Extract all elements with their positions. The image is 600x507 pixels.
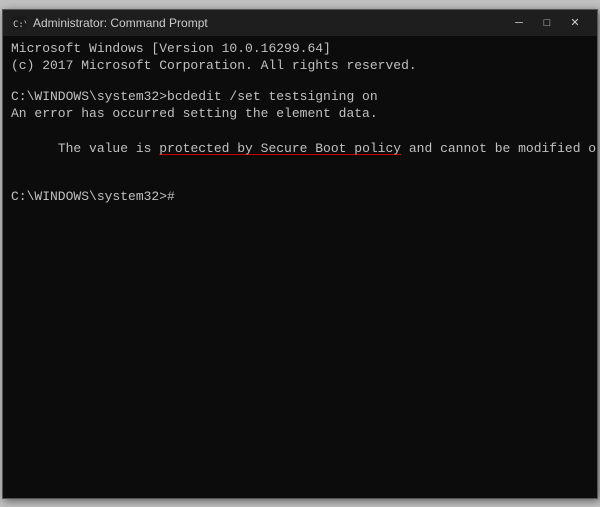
cmd-window: C:\ Administrator: Command Prompt ─ □ ✕ … bbox=[2, 9, 598, 499]
line6-part1: The value is bbox=[58, 141, 159, 156]
line6-part2: and cannot be modified or deleted. bbox=[401, 141, 597, 156]
console-output[interactable]: Microsoft Windows [Version 10.0.16299.64… bbox=[3, 36, 597, 498]
console-line-command: C:\WINDOWS\system32>bcdedit /set testsig… bbox=[11, 88, 589, 106]
close-button[interactable]: ✕ bbox=[561, 13, 589, 33]
window-title: Administrator: Command Prompt bbox=[33, 16, 208, 30]
cmd-icon: C:\ bbox=[11, 15, 27, 31]
console-line-2: (c) 2017 Microsoft Corporation. All righ… bbox=[11, 57, 589, 75]
maximize-button[interactable]: □ bbox=[533, 13, 561, 33]
console-blank-1 bbox=[11, 75, 589, 88]
console-line-prompt: C:\WINDOWS\system32># bbox=[11, 188, 589, 206]
console-line-6: The value is protected by Secure Boot po… bbox=[11, 123, 589, 176]
console-line-1: Microsoft Windows [Version 10.0.16299.64… bbox=[11, 40, 589, 58]
title-bar-controls: ─ □ ✕ bbox=[505, 13, 589, 33]
console-line-error: An error has occurred setting the elemen… bbox=[11, 105, 589, 123]
console-blank-2 bbox=[11, 175, 589, 188]
title-bar: C:\ Administrator: Command Prompt ─ □ ✕ bbox=[3, 10, 597, 36]
minimize-button[interactable]: ─ bbox=[505, 13, 533, 33]
title-bar-left: C:\ Administrator: Command Prompt bbox=[11, 15, 208, 31]
svg-text:C:\: C:\ bbox=[13, 20, 26, 30]
line6-underlined: protected by Secure Boot policy bbox=[159, 141, 401, 156]
